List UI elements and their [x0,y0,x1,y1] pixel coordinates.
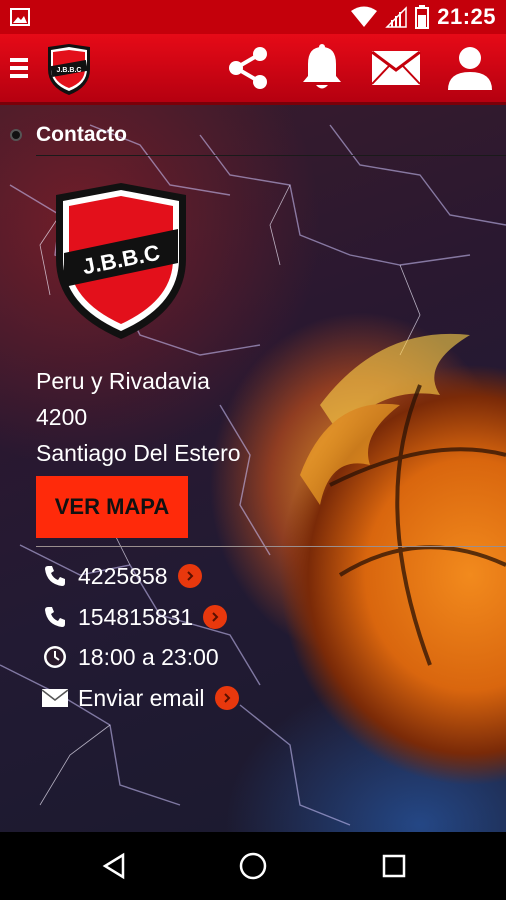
signal-icon [385,6,407,28]
phone-icon [40,602,70,632]
system-nav-bar [0,832,506,900]
section-underline [36,155,506,156]
hours-row: 18:00 a 23:00 [40,640,219,674]
recents-icon [382,854,406,878]
bell-icon [303,44,341,89]
send-email-link[interactable]: Enviar email [78,685,205,712]
contact-content: Contacto J.B.B.C Peru y Rivadavia 4200 S… [0,105,506,832]
image-icon [10,8,30,26]
user-icon [448,47,492,90]
menu-icon[interactable] [8,54,30,82]
back-icon [102,852,125,880]
section-header: Contacto [0,115,506,156]
address-city: Santiago Del Estero [36,440,241,466]
club-logo-small[interactable]: J.B.B.C [44,43,94,97]
phone-number-2[interactable]: 154815831 [78,604,193,631]
address-street: Peru y Rivadavia [36,368,210,394]
messages-button[interactable] [368,40,424,96]
status-bar: 21:25 [0,0,506,34]
section-bullet [10,129,22,141]
logo-small-text: J.B.B.C [57,67,82,74]
club-logo: J.B.B.C [56,183,186,339]
phone-number-1[interactable]: 4225858 [78,563,168,590]
home-button[interactable] [233,846,273,886]
home-icon [239,852,267,880]
chevron-right-icon[interactable] [203,605,228,629]
divider [36,546,506,547]
status-time: 21:25 [437,4,496,29]
share-icon [229,47,267,89]
app-bar: J.B.B.C [0,34,506,105]
profile-button[interactable] [442,40,498,96]
phone-row-1[interactable]: 4225858 [40,559,202,593]
clock-icon [40,642,70,672]
email-row[interactable]: Enviar email [40,681,239,715]
opening-hours: 18:00 a 23:00 [78,643,219,670]
mail-icon [371,50,421,85]
address-block: Peru y Rivadavia 4200 Santiago Del Ester… [36,363,241,471]
chevron-right-icon[interactable] [177,564,202,588]
envelope-icon [40,683,70,713]
notifications-button[interactable] [294,40,350,96]
wifi-icon [351,6,378,27]
phone-row-2[interactable]: 154815831 [40,600,228,634]
address-postal-code: 4200 [36,404,88,430]
back-button[interactable] [94,846,134,886]
chevron-right-icon[interactable] [214,686,239,710]
share-button[interactable] [220,40,276,96]
battery-icon [415,5,430,29]
page-title: Contacto [36,123,127,146]
view-map-button[interactable]: VER MAPA [36,476,188,538]
phone-icon [40,561,70,591]
recents-button[interactable] [374,846,414,886]
